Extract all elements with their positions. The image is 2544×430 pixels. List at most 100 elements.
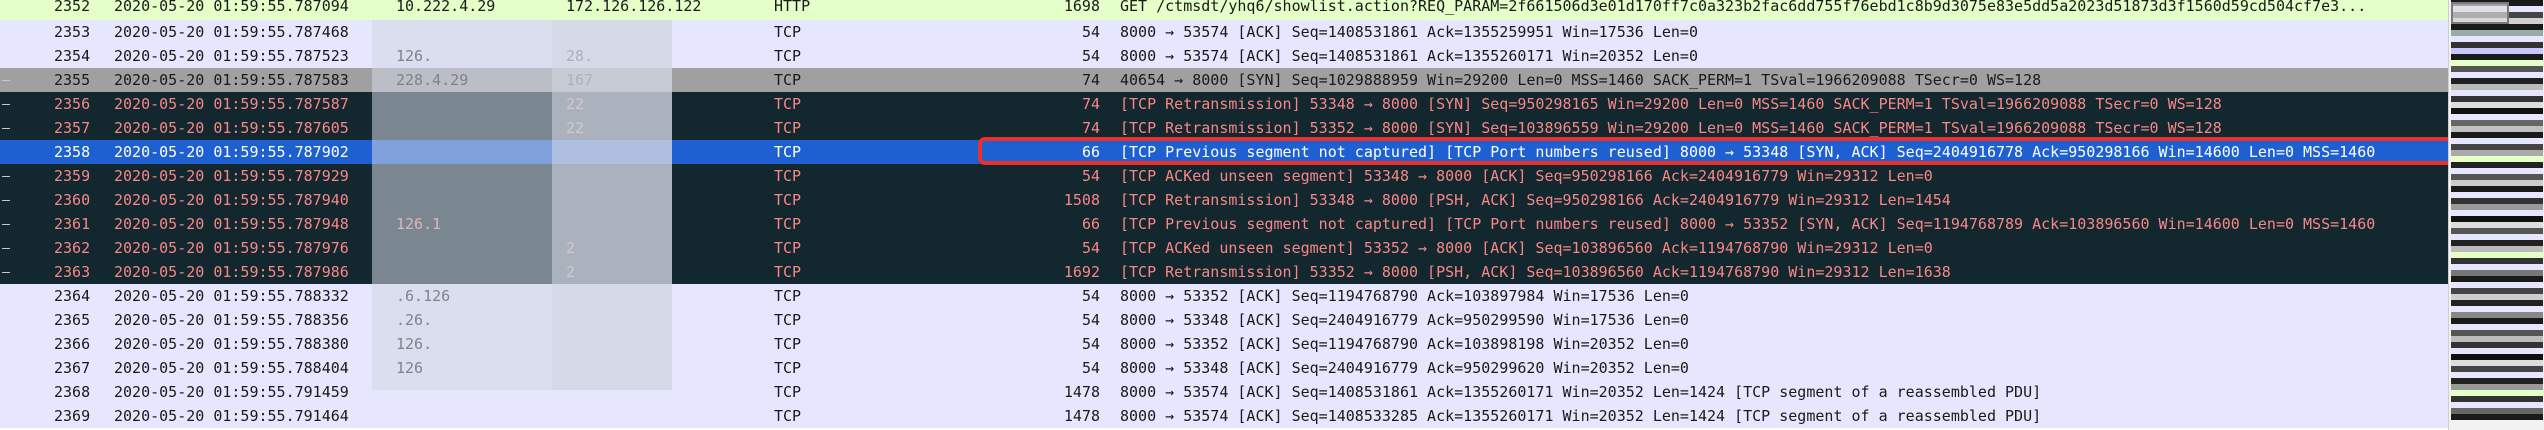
packet-time: 2020-05-20 01:59:55.791459 [114, 383, 349, 401]
packet-time: 2020-05-20 01:59:55.787605 [114, 119, 349, 137]
packet-protocol: TCP [774, 263, 802, 281]
packet-protocol: TCP [774, 215, 802, 233]
related-packet-marker [2, 80, 10, 81]
packet-row[interactable]: 23652020-05-20 01:59:55.788356.26.TCP548… [0, 308, 2448, 332]
packet-info: [TCP Retransmission] 53352 → 8000 [PSH, … [1120, 263, 1951, 281]
packet-number: 2362 [54, 239, 91, 257]
packet-protocol: TCP [774, 287, 802, 305]
packet-time: 2020-05-20 01:59:55.787468 [114, 23, 349, 41]
packet-length: 54 [1081, 287, 1100, 305]
packet-row[interactable]: 2369 2020-05-20 01:59:55.791464 TCP 1478 800… [0, 404, 2448, 428]
packet-number: 2359 [54, 167, 91, 185]
packet-time: 2020-05-20 01:59:55.788332 [114, 287, 349, 305]
packet-row[interactable]: 23552020-05-20 01:59:55.787583228.4.2916… [0, 68, 2448, 92]
packet-info: [TCP ACKed unseen segment] 53348 → 8000 … [1120, 167, 1933, 185]
packet-info: [TCP Retransmission] 53348 → 8000 [SYN] … [1120, 95, 2222, 113]
packet-row[interactable]: 2352 2020-05-20 01:59:55.787094 10.222.4.2… [0, 0, 2448, 20]
packet-protocol: HTTP [774, 0, 811, 15]
packet-length: 54 [1081, 335, 1100, 353]
packet-row[interactable]: 2359 2020-05-20 01:59:55.787929 TCP 54 [TCP … [0, 164, 2448, 188]
packet-length: 74 [1081, 71, 1100, 89]
packet-time: 2020-05-20 01:59:55.787583 [114, 71, 349, 89]
packet-row[interactable]: 23672020-05-20 01:59:55.788404126TCP5480… [0, 356, 2448, 380]
packet-time: 2020-05-20 01:59:55.787976 [114, 239, 349, 257]
packet-length: 1698 [1063, 0, 1100, 15]
related-packet-marker [2, 200, 10, 201]
packet-protocol: TCP [774, 47, 802, 65]
packet-length: 54 [1081, 47, 1100, 65]
packet-length: 54 [1081, 23, 1100, 41]
packet-protocol: TCP [774, 23, 802, 41]
packet-time: 2020-05-20 01:59:55.788356 [114, 311, 349, 329]
minimap-stripe [2451, 414, 2543, 420]
packet-info: 8000 → 53574 [ACK] Seq=1408531861 Ack=13… [1120, 383, 2042, 401]
packet-number: 2364 [54, 287, 91, 305]
related-packet-marker [2, 104, 10, 105]
packet-info: 8000 → 53348 [ACK] Seq=2404916779 Ack=95… [1120, 311, 1689, 329]
packet-time: 2020-05-20 01:59:55.787523 [114, 47, 349, 65]
related-packet-marker [2, 224, 10, 225]
packet-protocol: TCP [774, 143, 802, 161]
packet-length: 74 [1081, 119, 1100, 137]
packet-info: [TCP Previous segment not captured] [TCP… [1120, 143, 2376, 161]
packet-length: 66 [1081, 215, 1100, 233]
packet-number: 2365 [54, 311, 91, 329]
packet-time: 2020-05-20 01:59:55.788380 [114, 335, 349, 353]
packet-info: 8000 → 53574 [ACK] Seq=1408533285 Ack=13… [1120, 407, 2042, 425]
packet-info: 40654 → 8000 [SYN] Seq=1029888959 Win=29… [1120, 71, 2042, 89]
packet-row[interactable]: 23542020-05-20 01:59:55.787523126.28.TCP… [0, 44, 2448, 68]
packet-protocol: TCP [774, 71, 802, 89]
packet-destination: 172.126.126.122 [566, 0, 702, 15]
packet-protocol: TCP [774, 239, 802, 257]
packet-time: 2020-05-20 01:59:55.787929 [114, 167, 349, 185]
packet-length: 1508 [1063, 191, 1100, 209]
minimap-viewport[interactable] [2451, 2, 2509, 24]
packet-protocol: TCP [774, 311, 802, 329]
packet-length: 66 [1081, 143, 1100, 161]
packet-protocol: TCP [774, 95, 802, 113]
packet-time: 2020-05-20 01:59:55.787587 [114, 95, 349, 113]
packet-protocol: TCP [774, 359, 802, 377]
packet-row-selected[interactable]: 2358 2020-05-20 01:59:55.787902 TCP 66 [TCP … [0, 140, 2448, 164]
packet-number: 2358 [54, 143, 91, 161]
packet-protocol: TCP [774, 383, 802, 401]
packet-protocol: TCP [774, 167, 802, 185]
packet-row[interactable]: 23622020-05-20 01:59:55.7879762TCP54[TCP… [0, 236, 2448, 260]
packet-row[interactable]: 2360 2020-05-20 01:59:55.787940 TCP 1508 [TC… [0, 188, 2448, 212]
packet-number: 2354 [54, 47, 91, 65]
packet-time: 2020-05-20 01:59:55.787094 [114, 0, 349, 15]
packet-number: 2367 [54, 359, 91, 377]
packet-number: 2356 [54, 95, 91, 113]
packet-info: 8000 → 53574 [ACK] Seq=1408531861 Ack=13… [1120, 23, 1698, 41]
packet-info: 8000 → 53352 [ACK] Seq=1194768790 Ack=10… [1120, 335, 1689, 353]
packet-protocol: TCP [774, 335, 802, 353]
packet-list[interactable]: 2352 2020-05-20 01:59:55.787094 10.222.4.2… [0, 0, 2448, 430]
packet-time: 2020-05-20 01:59:55.787948 [114, 215, 349, 233]
packet-length: 1478 [1063, 383, 1100, 401]
packet-time: 2020-05-20 01:59:55.788404 [114, 359, 349, 377]
packet-length: 54 [1081, 239, 1100, 257]
packet-number: 2369 [54, 407, 91, 425]
packet-row[interactable]: 23612020-05-20 01:59:55.787948126.1TCP66… [0, 212, 2448, 236]
packet-protocol: TCP [774, 119, 802, 137]
packet-info: 8000 → 53348 [ACK] Seq=2404916779 Ack=95… [1120, 359, 1689, 377]
packet-row[interactable]: 23572020-05-20 01:59:55.78760522TCP74[TC… [0, 116, 2448, 140]
packet-row[interactable]: 23562020-05-20 01:59:55.78758722TCP74[TC… [0, 92, 2448, 116]
packet-number: 2368 [54, 383, 91, 401]
packet-minimap-scrollbar[interactable] [2448, 0, 2544, 430]
packet-number: 2363 [54, 263, 91, 281]
packet-row[interactable]: 23632020-05-20 01:59:55.7879862TCP1692[T… [0, 260, 2448, 284]
packet-row[interactable]: 2353 2020-05-20 01:59:55.787468 TCP 54 8000 … [0, 20, 2448, 44]
packet-row[interactable]: 2368 2020-05-20 01:59:55.791459 TCP 1478 800… [0, 380, 2448, 404]
packet-info: 8000 → 53352 [ACK] Seq=1194768790 Ack=10… [1120, 287, 1689, 305]
packet-protocol: TCP [774, 191, 802, 209]
packet-length: 54 [1081, 311, 1100, 329]
packet-number: 2353 [54, 23, 91, 41]
packet-length: 74 [1081, 95, 1100, 113]
packet-info: [TCP Previous segment not captured] [TCP… [1120, 215, 2376, 233]
packet-length: 54 [1081, 167, 1100, 185]
packet-number: 2366 [54, 335, 91, 353]
related-packet-marker [2, 128, 10, 129]
packet-row[interactable]: 23662020-05-20 01:59:55.788380126.TCP548… [0, 332, 2448, 356]
packet-row[interactable]: 23642020-05-20 01:59:55.788332.6.126TCP5… [0, 284, 2448, 308]
